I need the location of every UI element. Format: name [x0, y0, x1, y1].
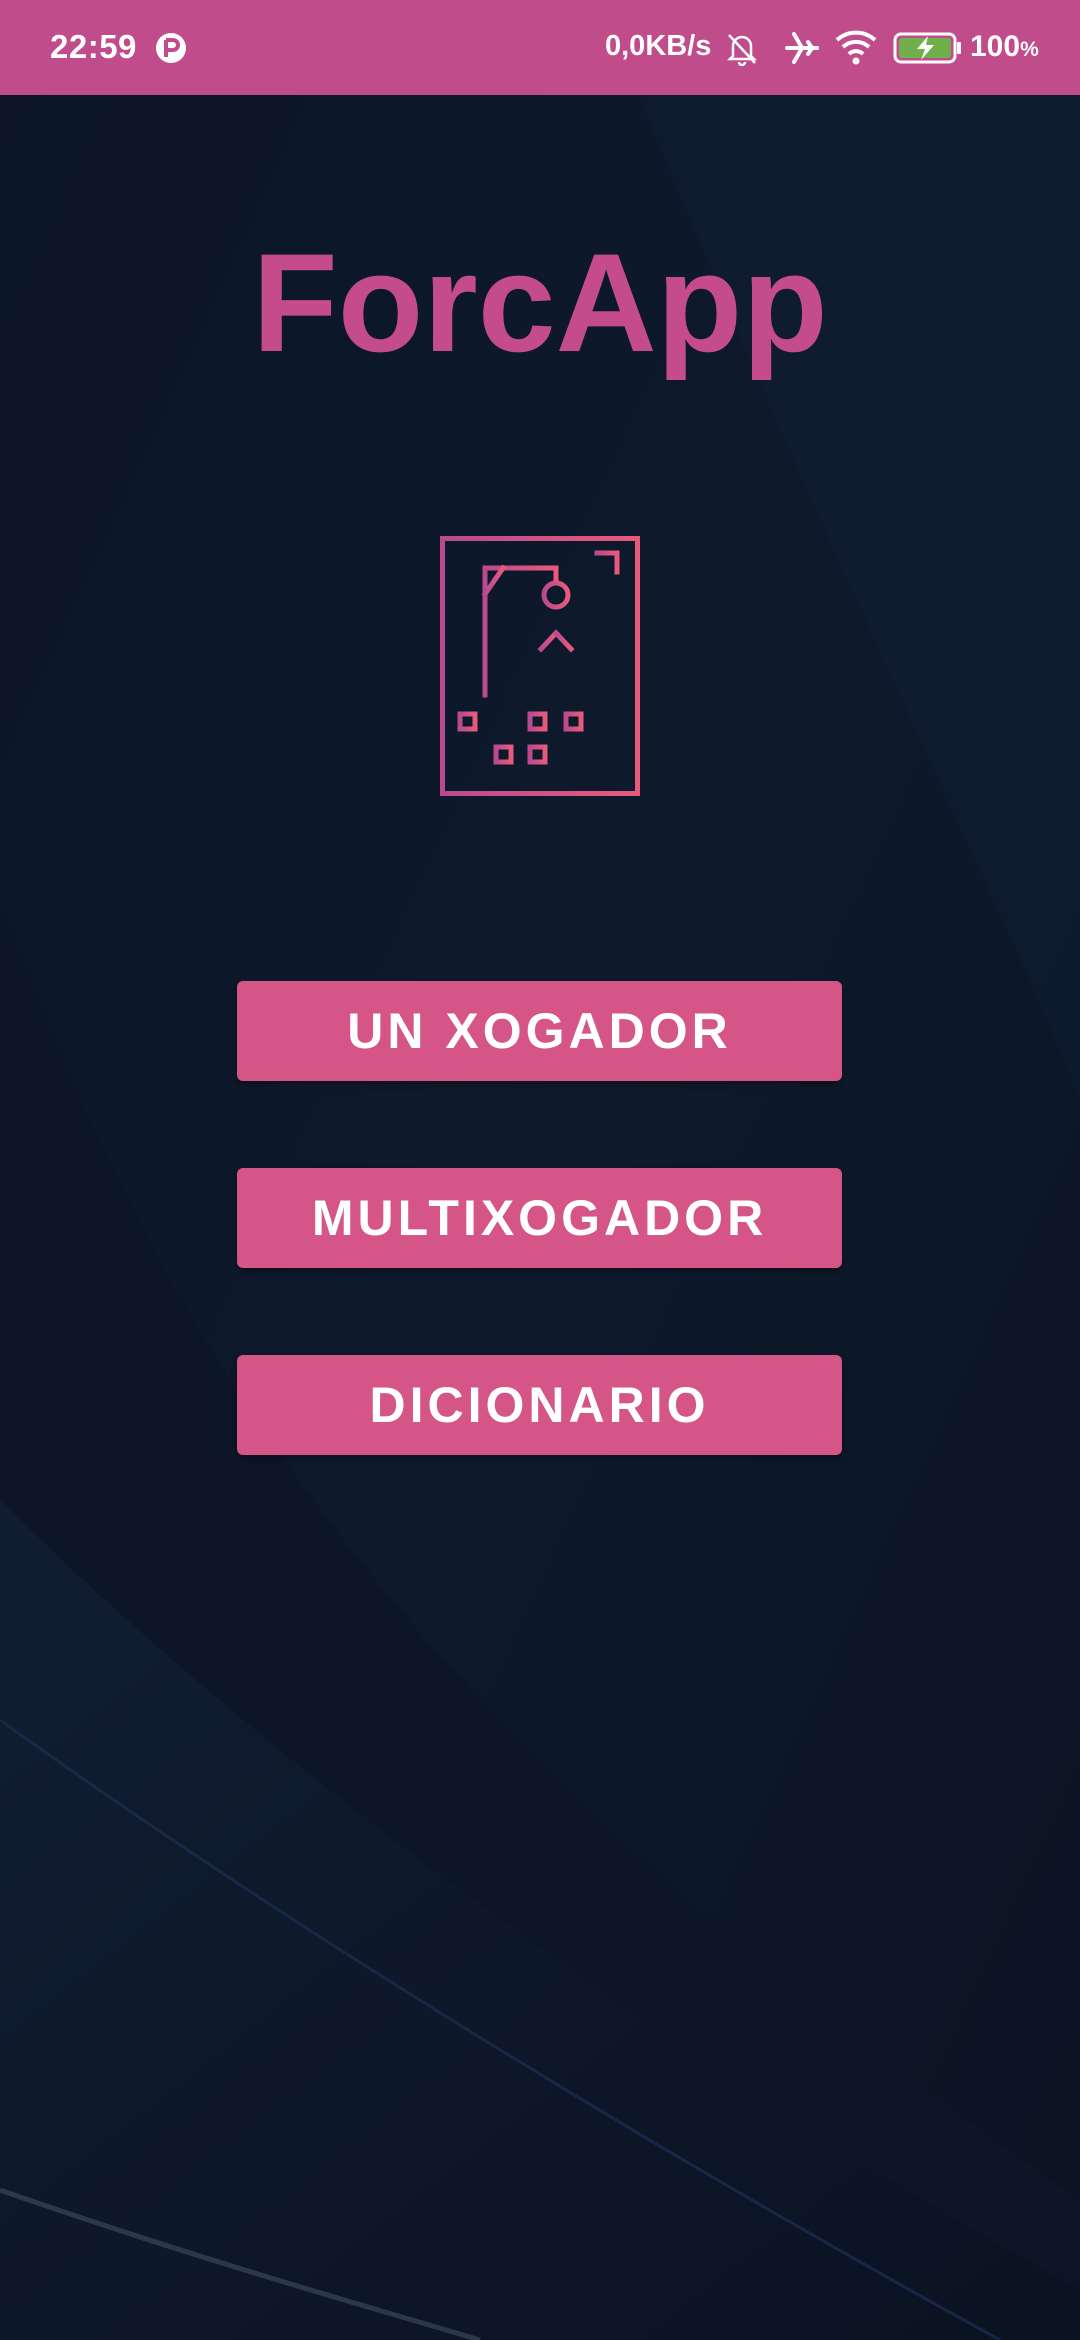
wifi-icon — [835, 30, 877, 65]
hangman-icon — [440, 536, 640, 796]
battery-percentage: 100% — [970, 30, 1039, 64]
notification-app-icon — [156, 33, 186, 63]
battery-unit: % — [1020, 38, 1039, 61]
network-speed: 0,0KB/s — [605, 30, 712, 62]
dictionary-button[interactable]: DICIONARIO — [237, 1355, 842, 1455]
multiplayer-button[interactable]: MULTIXOGADOR — [237, 1168, 842, 1268]
battery-charging-icon — [893, 32, 961, 64]
bell-muted-icon — [726, 34, 758, 66]
status-bar: 22:59 0,0KB/s 100% — [0, 0, 1080, 95]
airplane-mode-icon — [785, 32, 819, 64]
battery-level: 100 — [970, 30, 1021, 63]
status-time: 22:59 — [50, 28, 137, 65]
single-player-button[interactable]: UN XOGADOR — [237, 981, 842, 1081]
app-title: ForcApp — [252, 224, 828, 381]
